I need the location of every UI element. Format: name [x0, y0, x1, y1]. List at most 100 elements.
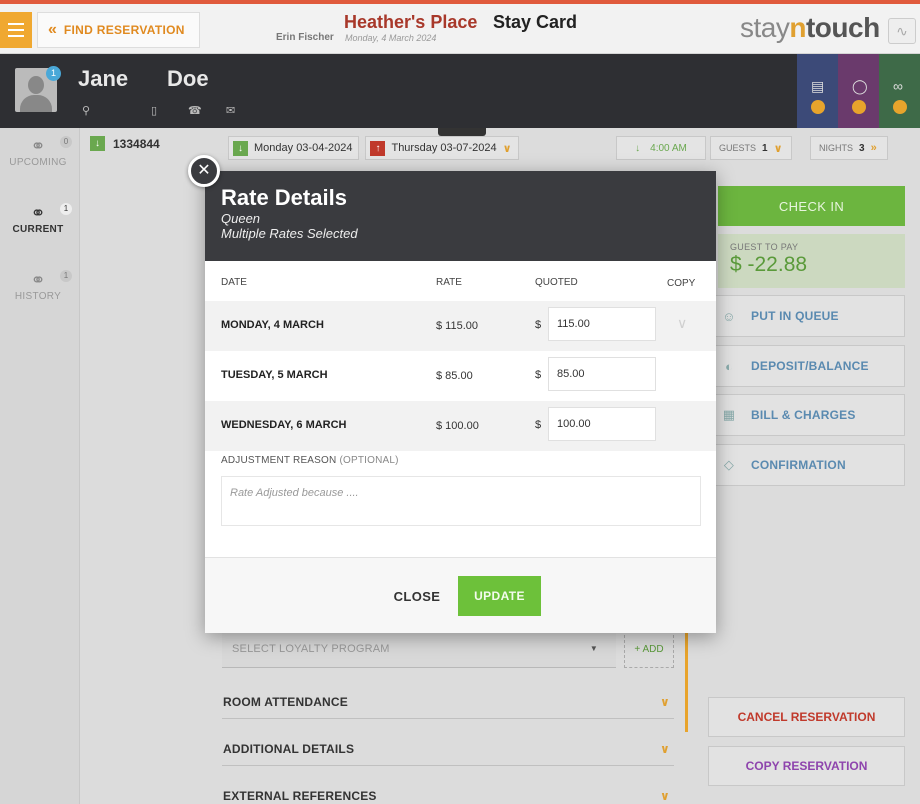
room-type: Queen: [221, 211, 261, 226]
chevron-down-icon: ∨: [660, 788, 670, 803]
modal-header: Rate Details Queen Multiple Rates Select…: [205, 171, 716, 261]
guest-tile-2[interactable]: ◯: [838, 54, 879, 128]
reservation-column: ↓ 1334844: [80, 128, 206, 804]
arrival-time[interactable]: ↓ 4:00 AM: [616, 136, 706, 160]
row-rate: $ 100.00: [436, 420, 479, 432]
nav-history-count: 1: [60, 270, 72, 282]
chevron-down-icon: ∨: [502, 142, 512, 155]
activity-pulse-icon[interactable]: ∿: [888, 18, 916, 44]
section-additional-details[interactable]: ADDITIONAL DETAILS ∨: [222, 732, 674, 766]
nav-history[interactable]: ⚭ HISTORY 1: [0, 270, 76, 302]
find-reservation-label: FIND RESERVATION: [63, 23, 185, 37]
avatar-badge: 1: [46, 66, 61, 81]
guest-first-name[interactable]: Jane: [78, 66, 128, 92]
row-rate: $ 115.00: [436, 320, 479, 332]
search-icon: [893, 100, 907, 114]
row-date: MONDAY, 4 MARCH: [221, 319, 324, 331]
hotel-name: Heather's Place: [344, 12, 478, 32]
search-icon: [811, 100, 825, 114]
row-date: WEDNESDAY, 6 MARCH: [221, 419, 347, 431]
document-icon: ▤: [811, 78, 825, 94]
add-loyalty-button[interactable]: + ADD: [624, 630, 674, 668]
arrival-date[interactable]: ↓ Monday 03-04-2024: [228, 136, 360, 160]
drawer-handle[interactable]: [438, 128, 486, 136]
piggy-bank-icon: ◐: [724, 358, 734, 374]
currency-symbol: $: [535, 419, 542, 431]
currency-symbol: $: [535, 319, 542, 331]
page-title: Stay Card: [493, 12, 578, 32]
business-date: Monday, 4 March 2024: [345, 33, 437, 43]
rate-table: DATE RATE QUOTED COPY MONDAY, 4 MARCH $ …: [205, 261, 716, 451]
calculator-icon: ▦: [722, 407, 736, 422]
copy-reservation-button[interactable]: COPY RESERVATION: [708, 746, 905, 786]
chevron-down-icon: ∨: [660, 694, 670, 709]
loyalty-program-select[interactable]: SELECT LOYALTY PROGRAM ▼: [222, 630, 616, 668]
reservation-number-row[interactable]: ↓ 1334844: [90, 136, 160, 151]
close-button[interactable]: CLOSE: [385, 578, 449, 614]
quoted-input[interactable]: [548, 357, 656, 391]
close-icon[interactable]: ✕: [188, 155, 220, 187]
tag-icon: ◇: [723, 457, 735, 472]
find-reservation-button[interactable]: « FIND RESERVATION: [37, 12, 200, 48]
modal-title: Rate Details: [221, 185, 347, 210]
left-nav: ⚭ UPCOMING 0 ⚭ CURRENT 1 ⚭ HISTORY 1: [0, 128, 80, 804]
guest-tile-1[interactable]: ▤: [797, 54, 838, 128]
nav-current[interactable]: ⚭ CURRENT 1: [0, 203, 76, 235]
scroll-indicator[interactable]: [685, 632, 688, 732]
copy-down-icon[interactable]: ∨: [677, 315, 687, 332]
column-quoted: QUOTED: [535, 277, 578, 288]
guest-to-pay-amount: $ -22.88: [730, 253, 808, 276]
adjustment-reason-field[interactable]: [221, 476, 701, 526]
row-rate: $ 85.00: [436, 370, 473, 382]
double-chevron-left-icon: «: [48, 21, 57, 38]
email-icon: ✉: [226, 105, 236, 117]
chevron-down-icon: ∨: [660, 741, 670, 756]
modal-subtitle: Multiple Rates Selected: [221, 226, 358, 241]
guest-last-name[interactable]: Doe: [167, 66, 209, 92]
guest-bar: 1 Jane Doe ⚲ ▯ ☎ ✉ ▤ ◯ ∞: [0, 54, 920, 128]
reservation-number: 1334844: [113, 136, 160, 151]
section-room-attendance[interactable]: ROOM ATTENDANCE ∨: [222, 685, 674, 719]
phone-icon: ☎: [188, 105, 202, 117]
rate-table-header: DATE RATE QUOTED COPY: [205, 261, 716, 301]
table-row: MONDAY, 4 MARCH $ 115.00 $ ∨: [205, 301, 716, 351]
section-external-references[interactable]: EXTERNAL REFERENCES ∨: [222, 779, 674, 804]
arrow-down-icon: ↓: [635, 142, 641, 154]
caret-down-icon: ▼: [589, 644, 598, 653]
mobile-phone-icon: ▯: [151, 105, 158, 117]
guest-tile-3[interactable]: ∞: [879, 54, 920, 128]
guest-to-pay-box: GUEST TO PAY $ -22.88: [718, 234, 905, 288]
quoted-input[interactable]: [548, 407, 656, 441]
nav-upcoming[interactable]: ⚭ UPCOMING 0: [0, 136, 76, 168]
table-row: TUESDAY, 5 MARCH $ 85.00 $: [205, 351, 716, 401]
queue-icon: ☺: [722, 308, 736, 324]
date-strip: ↓ Monday 03-04-2024 ↑ Thursday 03-07-202…: [228, 136, 519, 160]
nav-current-count: 1: [60, 203, 72, 215]
nights-selector[interactable]: NIGHTS 3 »: [810, 136, 888, 160]
chevron-right-icon: »: [870, 142, 877, 154]
circles-icon: ∞: [893, 78, 903, 94]
check-in-button[interactable]: CHECK IN: [718, 186, 905, 226]
update-button[interactable]: UPDATE: [458, 576, 541, 616]
departure-date[interactable]: ↑ Thursday 03-07-2024 ∨: [365, 136, 519, 160]
confirmation-button[interactable]: ◇ CONFIRMATION: [708, 444, 905, 486]
nav-current-label: CURRENT: [12, 224, 64, 235]
bill-charges-button[interactable]: ▦ BILL & CHARGES: [708, 394, 905, 436]
stayntouch-logo: stayntouch: [740, 12, 880, 43]
location-pin-icon: ⚲: [82, 105, 91, 117]
chevron-down-icon: ∨: [773, 142, 783, 155]
user-name: Erin Fischer: [276, 32, 334, 43]
arrow-up-icon: ↑: [370, 140, 386, 156]
modal-footer: CLOSE UPDATE: [205, 557, 716, 633]
column-rate: RATE: [436, 277, 462, 288]
menu-icon[interactable]: [0, 12, 32, 48]
guests-selector[interactable]: GUESTS 1 ∨: [710, 136, 792, 160]
nav-upcoming-label: UPCOMING: [9, 157, 67, 168]
cancel-reservation-button[interactable]: CANCEL RESERVATION: [708, 697, 905, 737]
column-date: DATE: [221, 277, 247, 288]
nav-history-label: HISTORY: [14, 291, 62, 302]
deposit-balance-button[interactable]: ◐ DEPOSIT/BALANCE: [708, 345, 905, 387]
quoted-input[interactable]: [548, 307, 656, 341]
put-in-queue-button[interactable]: ☺ PUT IN QUEUE: [708, 295, 905, 337]
column-copy: COPY: [667, 278, 696, 289]
